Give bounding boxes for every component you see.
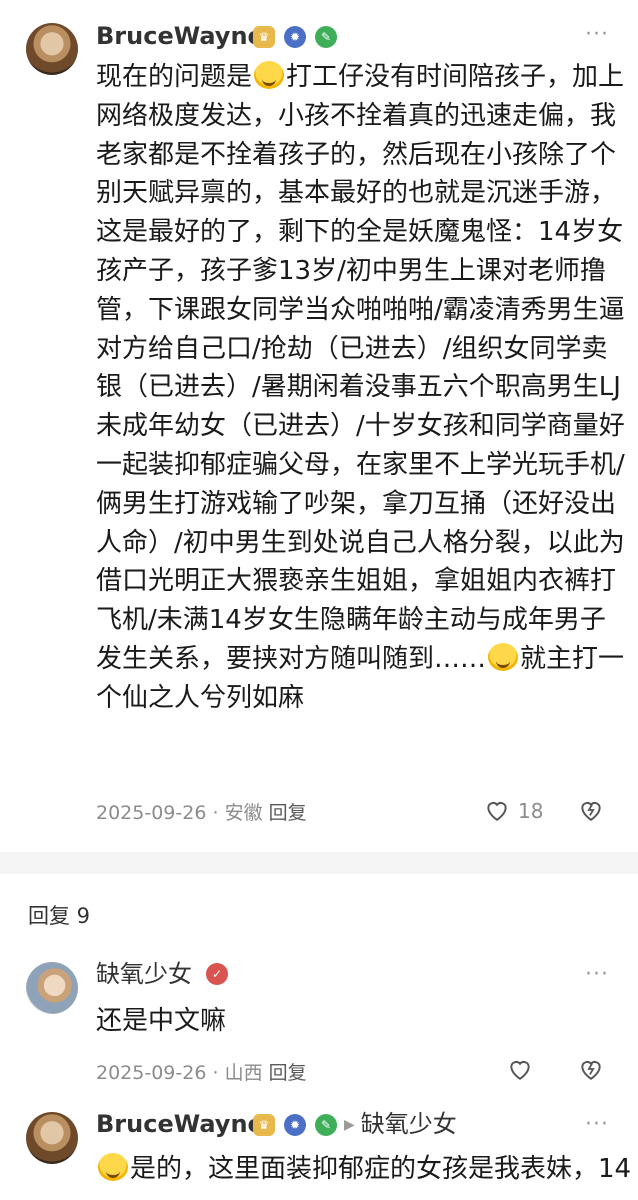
post-body-line: 现在的问题是 打工仔没有时间陪孩子，加上 [96, 58, 625, 97]
post-meta: 2025-09-26 · 安徽 回复 [96, 802, 307, 824]
post-body-line: 借口光明正大猥亵亲生姐姐，拿姐姐内衣裤打 [96, 562, 625, 601]
post-body-text: 别天赋异禀的，基本最好的也就是沉迷手游， [96, 178, 617, 209]
leaf-badge-icon: ✎ [315, 1114, 337, 1136]
post-body: 现在的问题是 打工仔没有时间陪孩子，加上网络极度发达，小孩不拴着真的迅速走偏，我老… [96, 58, 625, 718]
section-divider [0, 852, 638, 874]
post-body-line: 未成年幼女（已进去）/十岁女孩和同学商量好 [96, 407, 625, 446]
post-body-text: 一起装抑郁症骗父母，在家里不上学光玩手机/ [96, 449, 625, 480]
post-body-text: 现在的问题是 [96, 62, 253, 92]
post-body-text: 老家都是不拴着孩子的，然后现在小孩除了个 [96, 139, 617, 170]
reply-text: 还是中文嘛 [96, 1006, 227, 1036]
post-body-text: 网络极度发达，小孩不拴着真的迅速走偏，我 [96, 100, 617, 131]
post-body-line: 管，下课跟女同学当众啪啪啪/霸凌清秀男生逼 [96, 291, 625, 330]
reply-date: 2025-09-26 [96, 1062, 207, 1084]
gear-badge-icon: ✹ [284, 26, 306, 48]
post-body-text: 个仙之人兮列如麻 [96, 682, 305, 713]
post-body-line: 网络极度发达，小孩不拴着真的迅速走偏，我 [96, 97, 625, 136]
post-body-text: 对方给自己口/抢劫（已进去）/组织女同学卖 [96, 333, 608, 364]
heart-icon[interactable] [507, 1056, 533, 1082]
post-body-text: 俩男生打游戏输了吵架，拿刀互捅（还好没出 [96, 488, 617, 519]
share-icon[interactable] [578, 1056, 604, 1082]
post-body-line: 这是最好的了，剩下的全是妖魔鬼怪：14岁女 [96, 213, 625, 252]
post-body-text: 未成年幼女（已进去）/十岁女孩和同学商量好 [96, 411, 625, 442]
verified-badge-icon: ✓ [206, 963, 228, 985]
post-body-line: 对方给自己口/抢劫（已进去）/组织女同学卖 [96, 330, 625, 369]
post-body-line: 个仙之人兮列如麻 [96, 679, 625, 718]
post-location: 安徽 [224, 802, 263, 824]
crown-badge-icon: ♛ [253, 26, 275, 48]
post-body-text: 打工仔没有时间陪孩子，加上 [286, 62, 625, 92]
reply-to-name[interactable]: 缺氧少女 [361, 1110, 457, 1138]
post-body-line: 孩产子，孩子爹13岁/初中男生上课对老师撸 [96, 252, 625, 291]
reply-location: 山西 [224, 1062, 263, 1084]
like-count: 18 [518, 799, 544, 823]
post-body-line: 人命）/初中男生到处说自己人格分裂，以此为 [96, 524, 625, 563]
share-icon[interactable] [578, 797, 604, 823]
post-body-line: 银（已进去）/暑期闲着没事五六个职高男生LJ [96, 368, 625, 407]
post-body-line: 老家都是不拴着孩子的，然后现在小孩除了个 [96, 136, 625, 175]
username[interactable]: BruceWayne [96, 22, 264, 50]
post-body-line: 别天赋异禀的，基本最好的也就是沉迷手游， [96, 174, 625, 213]
more-dots-icon[interactable]: ··· [585, 22, 609, 47]
laughing-crying-emoji [98, 1153, 128, 1181]
avatar[interactable] [26, 1112, 78, 1164]
crown-badge-icon: ♛ [253, 1114, 275, 1136]
reply-username[interactable]: BruceWayne [96, 1110, 264, 1138]
post-body-line: 飞机/未满14岁女生隐瞒年龄主动与成年男子 [96, 601, 625, 640]
reply-text: 是的，这里面装抑郁症的女孩是我表妹，14 [96, 1150, 631, 1189]
reply-link[interactable]: 回复 [269, 1062, 307, 1084]
post-body-line: 一起装抑郁症骗父母，在家里不上学光玩手机/ [96, 446, 625, 485]
post-body-line: 发生关系，要挟对方随叫随到…… 就主打一 [96, 640, 625, 679]
post-body-text: 这是最好的了，剩下的全是妖魔鬼怪：14岁女 [96, 217, 624, 248]
post-body-text: 借口光明正大猥亵亲生姐姐，拿姐姐内衣裤打 [96, 566, 617, 597]
avatar[interactable] [26, 962, 78, 1014]
reply-username[interactable]: 缺氧少女 [96, 960, 192, 988]
avatar[interactable] [26, 23, 78, 75]
post-date: 2025-09-26 [96, 802, 207, 824]
leaf-badge-icon: ✎ [315, 26, 337, 48]
post-body-text: 人命）/初中男生到处说自己人格分裂，以此为 [96, 527, 625, 558]
reply-to[interactable]: ▶ 缺氧少女 [340, 1110, 457, 1139]
gear-badge-icon: ✹ [284, 1114, 306, 1136]
replies-count-header: 回复 9 [28, 904, 91, 928]
post-body-text: 就主打一 [520, 643, 625, 674]
post-body-text: 飞机/未满14岁女生隐瞒年龄主动与成年男子 [96, 605, 606, 636]
post-body-text: 管，下课跟女同学当众啪啪啪/霸凌清秀男生逼 [96, 294, 625, 325]
post-body-text: 发生关系，要挟对方随叫随到…… [96, 643, 487, 674]
reply-meta: 2025-09-26 · 山西 回复 [96, 1062, 307, 1084]
laughing-crying-emoji [488, 642, 519, 671]
post-body-text: 银（已进去）/暑期闲着没事五六个职高男生LJ [96, 372, 621, 403]
reply-link[interactable]: 回复 [269, 802, 307, 824]
laughing-crying-emoji [254, 61, 285, 89]
post-body-line: 俩男生打游戏输了吵架，拿刀互捅（还好没出 [96, 485, 625, 524]
heart-icon[interactable] [484, 797, 510, 823]
reply-text-start: 是的，这里面装抑郁症的女孩是我表妹，14 [130, 1154, 632, 1184]
more-dots-icon[interactable]: ··· [585, 962, 609, 987]
more-dots-icon[interactable]: ··· [585, 1112, 609, 1137]
play-arrow-icon: ▶ [344, 1117, 355, 1133]
post-body-text: 孩产子，孩子爹13岁/初中男生上课对老师撸 [96, 255, 606, 286]
